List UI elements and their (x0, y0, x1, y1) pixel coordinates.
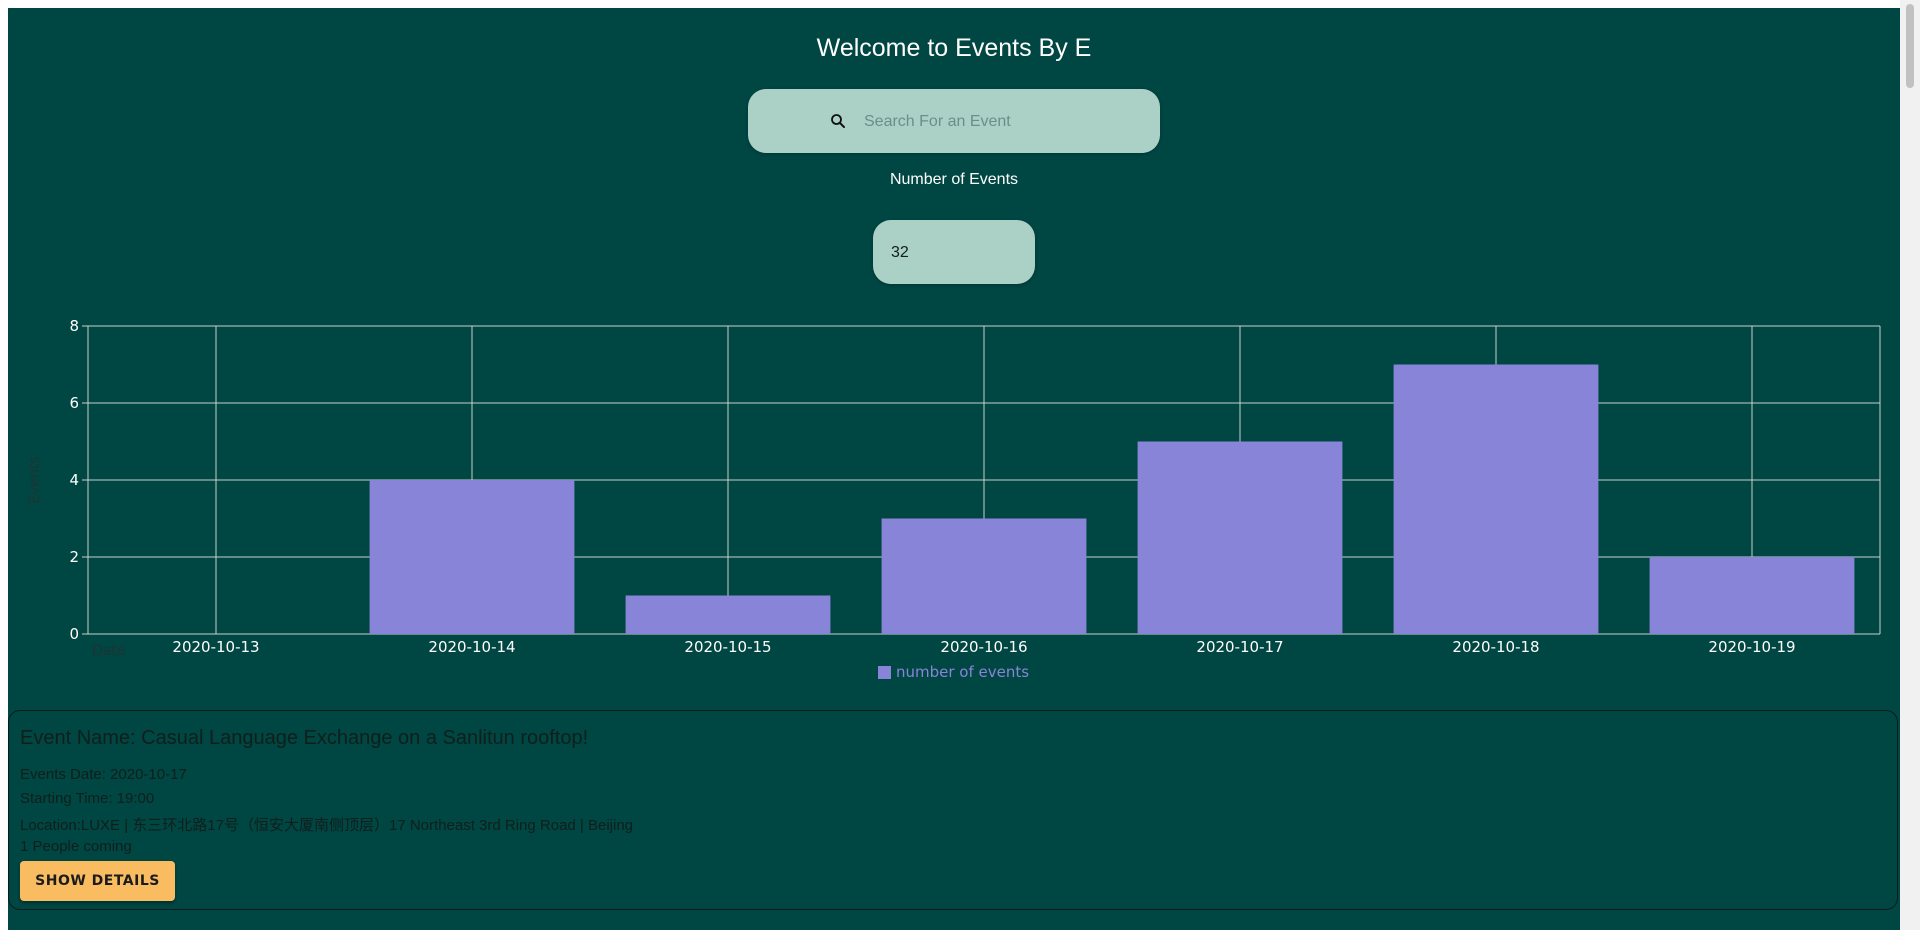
x-tick-label: 2020-10-15 (684, 638, 771, 656)
chart-bar (881, 518, 1087, 634)
x-tick-label: 2020-10-16 (940, 638, 1027, 656)
number-of-events-input[interactable] (889, 236, 1023, 270)
scrollbar-thumb[interactable] (1906, 4, 1914, 88)
y-tick-label: 8 (69, 317, 79, 335)
y-tick-label: 0 (69, 625, 79, 643)
number-of-events-label: Number of Events (889, 171, 1019, 188)
page-scrollbar[interactable] (1900, 0, 1920, 930)
x-tick-label: 2020-10-14 (428, 638, 515, 656)
page-title: Welcome to Events By E (816, 34, 1092, 62)
legend-swatch (878, 666, 891, 679)
legend-label: number of events (896, 663, 1029, 681)
x-axis-title: Date (92, 643, 125, 659)
events-bar-chart: 0 2 4 6 8 2020-10-13 2020-10-14 2020-10-15 2020-… (27, 317, 1881, 681)
x-tick-label: 2020-10-17 (1196, 638, 1283, 656)
event-date: Events Date: 2020-10-17 (20, 766, 187, 783)
event-name: Event Name: Casual Language Exchange on … (20, 727, 589, 749)
chart-bar (1137, 441, 1343, 634)
event-card: Event Name: Casual Language Exchange on … (8, 710, 1898, 910)
y-tick-label: 4 (69, 471, 79, 489)
event-start-time: Starting Time: 19:00 (20, 790, 155, 807)
number-of-events-box[interactable] (873, 220, 1035, 284)
chart-bar (369, 480, 575, 634)
x-tick-label: 2020-10-19 (1708, 638, 1795, 656)
search-input[interactable] (862, 105, 1136, 139)
x-tick-label: 2020-10-18 (1452, 638, 1539, 656)
app-container: Welcome to Events By E Number of Events … (8, 8, 1900, 930)
y-axis-title: Events (27, 456, 43, 503)
event-attendees: 1 People coming (20, 838, 132, 855)
show-details-button[interactable]: SHOW DETAILS (20, 861, 175, 901)
y-tick-label: 6 (69, 394, 79, 412)
search-box[interactable] (748, 89, 1160, 153)
event-location: Location:LUXE | 东三环北路17号（恒安大厦南侧顶层）17 Nor… (20, 817, 634, 834)
chart-bar (625, 595, 831, 634)
chart-bar (1649, 557, 1855, 634)
search-icon (831, 114, 845, 128)
chart-bar (1393, 364, 1599, 634)
x-tick-label: 2020-10-13 (172, 638, 259, 656)
y-tick-label: 2 (69, 548, 79, 566)
